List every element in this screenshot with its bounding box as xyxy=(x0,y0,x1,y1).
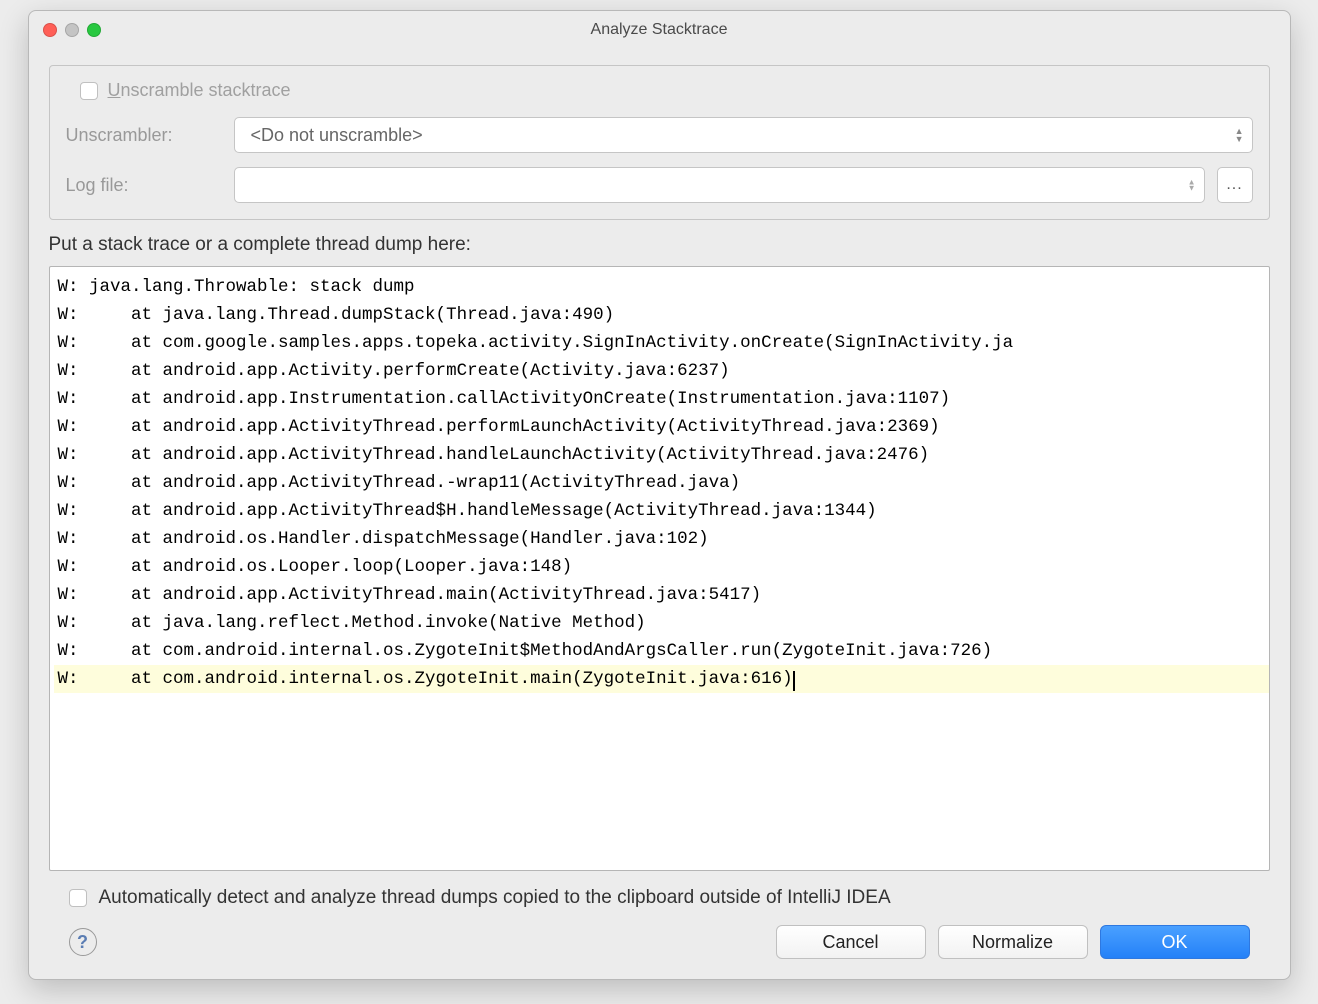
stacktrace-editor[interactable]: W: java.lang.Throwable: stack dumpW: at … xyxy=(49,266,1270,871)
close-window-button[interactable] xyxy=(43,23,57,37)
window-controls xyxy=(43,23,101,37)
normalize-label: Normalize xyxy=(972,932,1053,953)
text-cursor xyxy=(793,671,795,691)
dialog-content: Unscramble stacktrace Unscrambler: <Do n… xyxy=(29,49,1290,979)
browse-label: ... xyxy=(1226,176,1242,194)
unscramble-checkbox[interactable] xyxy=(80,82,98,100)
auto-detect-label: Automatically detect and analyze thread … xyxy=(99,887,891,909)
stacktrace-line[interactable]: W: at android.os.Handler.dispatchMessage… xyxy=(54,525,1269,553)
unscrambler-row: Unscrambler: <Do not unscramble> ▲▼ xyxy=(66,117,1253,153)
normalize-button[interactable]: Normalize xyxy=(938,925,1088,959)
stacktrace-line[interactable]: W: at android.os.Looper.loop(Looper.java… xyxy=(54,553,1269,581)
window-title: Analyze Stacktrace xyxy=(43,21,1276,39)
titlebar: Analyze Stacktrace xyxy=(29,11,1290,49)
stacktrace-line[interactable]: W: at com.android.internal.os.ZygoteInit… xyxy=(54,637,1269,665)
unscramble-checkbox-label: Unscramble stacktrace xyxy=(108,80,291,101)
unscrambler-label: Unscrambler: xyxy=(66,125,222,146)
dialog-window: Analyze Stacktrace Unscramble stacktrace… xyxy=(28,10,1291,980)
browse-button[interactable]: ... xyxy=(1217,167,1253,203)
chevron-updown-icon: ▲▼ xyxy=(1235,128,1244,142)
stacktrace-line[interactable]: W: at com.google.samples.apps.topeka.act… xyxy=(54,329,1269,357)
stacktrace-line[interactable]: W: at android.app.Instrumentation.callAc… xyxy=(54,385,1269,413)
stacktrace-line[interactable]: W: at android.app.Activity.performCreate… xyxy=(54,357,1269,385)
ok-button[interactable]: OK xyxy=(1100,925,1250,959)
stacktrace-line[interactable]: W: at android.app.ActivityThread.-wrap11… xyxy=(54,469,1269,497)
logfile-label: Log file: xyxy=(66,175,222,196)
chevron-updown-icon: ▲▼ xyxy=(1188,180,1196,191)
dialog-footer: ? Cancel Normalize OK xyxy=(49,925,1270,979)
maximize-window-button[interactable] xyxy=(87,23,101,37)
stacktrace-line[interactable]: W: at android.app.ActivityThread.main(Ac… xyxy=(54,581,1269,609)
stacktrace-line[interactable]: W: at java.lang.Thread.dumpStack(Thread.… xyxy=(54,301,1269,329)
ok-label: OK xyxy=(1161,932,1187,953)
stacktrace-line[interactable]: W: at java.lang.reflect.Method.invoke(Na… xyxy=(54,609,1269,637)
minimize-window-button[interactable] xyxy=(65,23,79,37)
cancel-label: Cancel xyxy=(822,932,878,953)
unscrambler-select[interactable]: <Do not unscramble> ▲▼ xyxy=(234,117,1253,153)
logfile-row: Log file: ▲▼ ... xyxy=(66,167,1253,203)
help-icon: ? xyxy=(77,932,88,953)
auto-detect-row: Automatically detect and analyze thread … xyxy=(49,871,1270,925)
instruction-label: Put a stack trace or a complete thread d… xyxy=(49,234,1270,256)
stacktrace-line[interactable]: W: at com.android.internal.os.ZygoteInit… xyxy=(54,665,1269,693)
stacktrace-text[interactable]: W: java.lang.Throwable: stack dumpW: at … xyxy=(50,267,1269,870)
unscramble-panel: Unscramble stacktrace Unscrambler: <Do n… xyxy=(49,65,1270,220)
help-button[interactable]: ? xyxy=(69,928,97,956)
unscrambler-value: <Do not unscramble> xyxy=(251,125,423,146)
stacktrace-line[interactable]: W: at android.app.ActivityThread.perform… xyxy=(54,413,1269,441)
stacktrace-line[interactable]: W: at android.app.ActivityThread.handleL… xyxy=(54,441,1269,469)
auto-detect-checkbox[interactable] xyxy=(69,889,87,907)
stacktrace-line[interactable]: W: at android.app.ActivityThread$H.handl… xyxy=(54,497,1269,525)
unscramble-checkbox-row: Unscramble stacktrace xyxy=(66,80,1253,101)
logfile-input[interactable]: ▲▼ xyxy=(234,167,1205,203)
cancel-button[interactable]: Cancel xyxy=(776,925,926,959)
stacktrace-line[interactable]: W: java.lang.Throwable: stack dump xyxy=(54,273,1269,301)
